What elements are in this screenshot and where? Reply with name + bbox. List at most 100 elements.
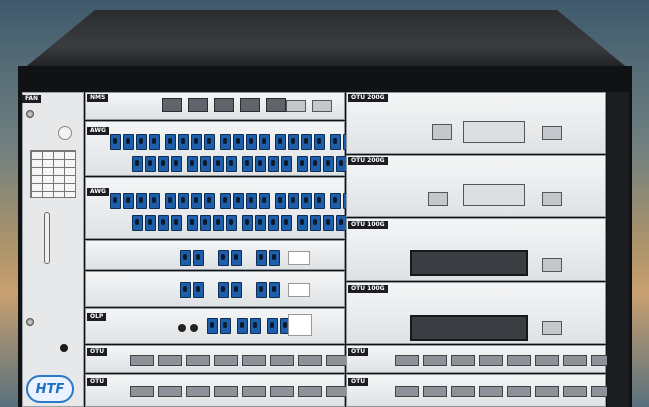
sfp-port-icon	[451, 355, 475, 366]
otu-card-label: OTU	[348, 378, 369, 386]
lc-port-icon	[220, 318, 231, 334]
sfp-port-icon	[432, 124, 452, 140]
lc-port-icon	[207, 318, 218, 334]
fan-handle	[44, 212, 50, 264]
sfp-port-icon	[542, 321, 562, 335]
lc-port-icon	[259, 134, 270, 150]
lc-port-icon	[158, 156, 169, 172]
lc-port-icon	[281, 156, 292, 172]
lc-port-icon	[250, 318, 261, 334]
lc-port-icon	[193, 250, 204, 266]
lc-port-icon	[178, 134, 189, 150]
indicator-icon	[58, 126, 72, 140]
lc-port-icon	[145, 215, 156, 231]
lc-port-icon	[242, 156, 253, 172]
lc-port-icon	[281, 215, 292, 231]
screw-icon	[26, 318, 34, 326]
ethernet-port-icon	[266, 98, 286, 112]
sfp-port-icon	[298, 386, 322, 397]
lc-port-icon	[132, 156, 143, 172]
sfp-port-icon	[542, 126, 562, 140]
otu-100g-label: OTU 100G	[348, 221, 388, 229]
otu-port-row	[395, 355, 615, 366]
sfp-port-icon	[270, 355, 294, 366]
nms-sfp-row	[286, 100, 332, 112]
otu-200g-label: OTU 200G	[348, 157, 388, 165]
lc-port-icon	[158, 215, 169, 231]
lc-port-icon	[187, 215, 198, 231]
lc-port-icon	[231, 250, 242, 266]
lc-port-icon	[233, 193, 244, 209]
lc-port-icon	[269, 250, 280, 266]
sfp-port-icon	[395, 355, 419, 366]
sfp-port-icon	[423, 355, 447, 366]
sfp-port-icon	[423, 386, 447, 397]
lc-port-icon	[268, 215, 279, 231]
otu-200g-label: OTU 200G	[348, 94, 388, 102]
lc-port-icon	[200, 156, 211, 172]
sfp-port-icon	[186, 355, 210, 366]
nms-card-label: NMS	[87, 94, 109, 102]
lc-port-icon	[288, 134, 299, 150]
brand-logo-text: HTF	[35, 381, 65, 397]
splitter-port-row	[180, 250, 280, 266]
lc-port-icon	[171, 156, 182, 172]
lc-port-icon	[256, 282, 267, 298]
lc-port-icon	[323, 156, 334, 172]
led-icon	[178, 324, 186, 332]
olp-port-row	[207, 318, 291, 334]
sfp-port-icon	[479, 355, 503, 366]
sfp-port-icon	[242, 355, 266, 366]
status-led-icon	[60, 344, 68, 352]
lc-port-icon	[314, 193, 325, 209]
otu-100g-label: OTU 100G	[348, 285, 388, 293]
lc-port-icon	[145, 156, 156, 172]
lc-port-icon	[269, 282, 280, 298]
otu-card-label: OTU	[348, 348, 369, 356]
otu-card-label: OTU	[87, 348, 108, 356]
sfp-port-icon	[395, 386, 419, 397]
lc-port-icon	[246, 193, 257, 209]
otu-port-row	[130, 355, 350, 366]
lc-port-icon	[310, 215, 321, 231]
ethernet-port-icon	[162, 98, 182, 112]
sfp-port-icon	[298, 355, 322, 366]
olp-card-label: OLP	[87, 313, 107, 321]
cfp-module-icon	[410, 250, 528, 276]
lc-port-icon	[204, 193, 215, 209]
lc-port-icon	[297, 215, 308, 231]
lc-port-icon	[323, 215, 334, 231]
sfp-port-icon	[214, 386, 238, 397]
lc-port-icon	[180, 282, 191, 298]
diagram-icon	[288, 314, 312, 336]
sfp-port-icon	[535, 355, 559, 366]
otu-port-row	[130, 386, 350, 397]
sfp-port-icon	[542, 258, 562, 272]
lc-port-icon	[165, 134, 176, 150]
lc-port-icon	[220, 193, 231, 209]
lc-port-icon	[301, 193, 312, 209]
otu-port-row	[395, 386, 615, 397]
lc-port-icon	[193, 282, 204, 298]
nms-port-row	[162, 98, 286, 112]
screw-icon	[26, 110, 34, 118]
lc-port-icon	[136, 193, 147, 209]
led-icon	[190, 324, 198, 332]
chassis-side	[607, 92, 629, 407]
sfp-port-icon	[286, 100, 306, 112]
awg-port-row	[132, 215, 350, 231]
lc-port-icon	[191, 193, 202, 209]
lc-port-icon	[220, 134, 231, 150]
sfp-port-icon	[242, 386, 266, 397]
sfp-port-icon	[563, 386, 587, 397]
otu-card-label: OTU	[87, 378, 108, 386]
lc-port-icon	[218, 250, 229, 266]
sfp-port-icon	[130, 355, 154, 366]
diagram-icon	[288, 251, 310, 265]
lc-port-icon	[259, 193, 270, 209]
lc-port-icon	[256, 250, 267, 266]
lc-port-icon	[187, 156, 198, 172]
lc-port-icon	[275, 134, 286, 150]
lc-port-icon	[213, 156, 224, 172]
ethernet-port-icon	[188, 98, 208, 112]
